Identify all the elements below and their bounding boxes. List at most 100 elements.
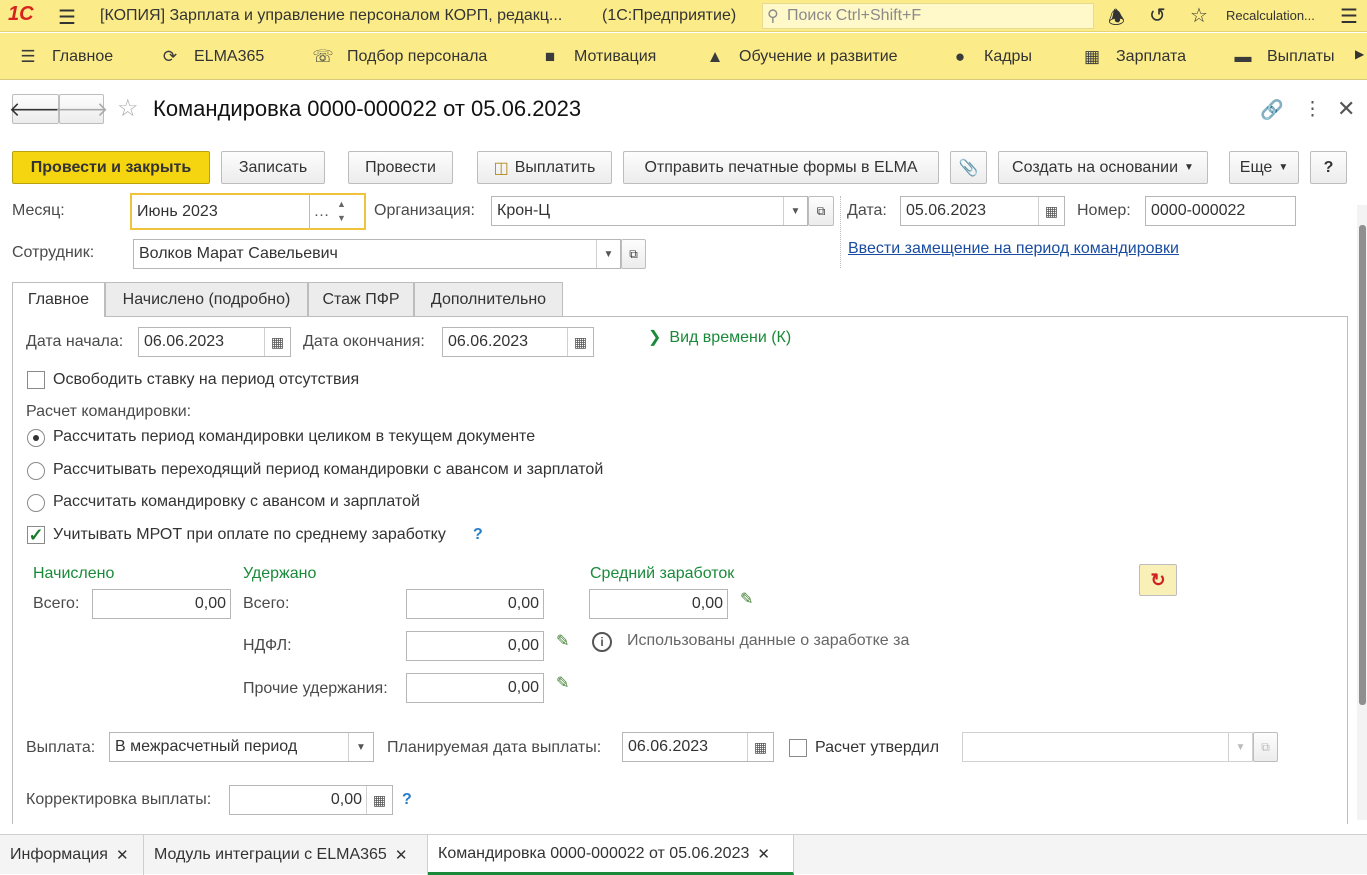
number-field[interactable]: 0000-000022 xyxy=(1145,196,1296,226)
employee-field[interactable]: Волков Марат Савельевич ▼ xyxy=(133,239,621,269)
correction-field[interactable]: 0,00 ▦ xyxy=(229,785,393,815)
window-tab-elma-module[interactable]: Модуль интеграции с ELMA365 ✕ xyxy=(144,835,428,875)
average-earnings-field[interactable]: 0,00 xyxy=(589,589,728,619)
tab-main[interactable]: Главное xyxy=(12,282,105,317)
save-button[interactable]: Записать xyxy=(221,151,325,184)
section-recruiting[interactable]: ☏ Подбор персонала xyxy=(312,33,487,80)
create-based-on-button[interactable]: Создать на основании ▼ xyxy=(998,151,1208,184)
section-label: Мотивация xyxy=(574,47,657,65)
organization-field[interactable]: Крон-Ц ▼ xyxy=(491,196,808,226)
menu-icon[interactable]: ☰ xyxy=(1340,4,1358,29)
chevron-right-icon[interactable]: ▶ xyxy=(1355,47,1364,61)
more-vert-icon[interactable]: ⋮ xyxy=(1303,98,1322,121)
dropdown-arrow-icon[interactable]: ▼ xyxy=(596,240,620,268)
back-button[interactable]: 🡐 xyxy=(9,94,62,124)
window-tab-business-trip[interactable]: Командировка 0000-000022 от 05.06.2023 ✕ xyxy=(428,835,794,875)
search-input[interactable]: ⚲ Поиск Ctrl+Shift+F xyxy=(762,3,1094,29)
favorite-star-icon[interactable]: ☆ xyxy=(117,94,139,123)
other-withholdings-field[interactable]: 0,00 xyxy=(406,673,544,703)
accrued-total-field[interactable]: 0,00 xyxy=(92,589,231,619)
accrued-heading: Начислено xyxy=(33,565,115,582)
section-main[interactable]: ☰ Главное xyxy=(18,33,113,80)
tab-additional[interactable]: Дополнительно xyxy=(414,282,563,316)
post-button[interactable]: Провести xyxy=(348,151,453,184)
star-icon[interactable]: ☆ xyxy=(1190,3,1208,28)
approved-label: Расчет утвердил xyxy=(815,739,940,756)
free-rate-checkbox[interactable] xyxy=(27,371,45,389)
start-date-field[interactable]: 06.06.2023 ▦ xyxy=(138,327,291,357)
close-icon[interactable]: ✕ xyxy=(757,845,770,863)
close-icon[interactable]: ✕ xyxy=(1337,96,1355,122)
section-motivation[interactable]: ■ Мотивация xyxy=(540,33,656,80)
bell-icon[interactable]: 🕭 xyxy=(1108,4,1125,36)
calendar-icon[interactable]: ▦ xyxy=(264,328,290,356)
scrollbar-thumb[interactable] xyxy=(1359,225,1366,705)
dropdown-arrow-icon[interactable]: ▼ xyxy=(348,733,373,761)
month-value: Июнь 2023 xyxy=(137,202,218,220)
employee-label: Сотрудник: xyxy=(12,244,95,261)
history-icon[interactable]: ↺ xyxy=(1149,3,1166,28)
calculator-icon[interactable]: ▦ xyxy=(366,786,392,814)
section-salary[interactable]: ▦ Зарплата xyxy=(1082,33,1186,80)
dropdown-arrow-icon[interactable]: ▼ xyxy=(1228,733,1252,761)
send-print-forms-button[interactable]: Отправить печатные формы в ELMA xyxy=(623,151,939,184)
payout-select[interactable]: В межрасчетный период ▼ xyxy=(109,732,374,762)
user-name[interactable]: Recalculation... xyxy=(1226,8,1315,23)
ellipsis-icon[interactable]: … xyxy=(309,195,333,228)
arrow-right-icon: 🡒 xyxy=(54,98,109,121)
close-icon[interactable]: ✕ xyxy=(395,846,408,864)
approved-by-field[interactable]: ▼ xyxy=(962,732,1253,762)
dropdown-arrow-icon[interactable]: ▼ xyxy=(783,197,807,225)
tab-accrued-detail[interactable]: Начислено (подробно) xyxy=(105,282,308,316)
replacement-link[interactable]: Ввести замещение на период командировки xyxy=(848,240,1179,258)
open-employee-button[interactable]: ⧉ xyxy=(621,239,646,269)
post-and-close-button[interactable]: Провести и закрыть xyxy=(12,151,210,184)
section-hr[interactable]: ● Кадры xyxy=(950,33,1032,80)
gift-icon: ■ xyxy=(544,46,556,66)
hamburger-icon[interactable]: ☰ xyxy=(58,5,76,30)
end-date-field[interactable]: 06.06.2023 ▦ xyxy=(442,327,594,357)
open-organization-button[interactable]: ⧉ xyxy=(808,196,834,226)
radio-option-2[interactable] xyxy=(27,462,45,480)
more-label: Еще xyxy=(1239,158,1273,176)
ndfl-field[interactable]: 0,00 xyxy=(406,631,544,661)
help-button[interactable]: ? xyxy=(1310,151,1347,184)
mrot-checkbox[interactable]: ✓ xyxy=(27,526,45,544)
start-date-label: Дата начала: xyxy=(26,333,124,350)
search-icon: ⚲ xyxy=(767,8,779,25)
more-button[interactable]: Еще ▼ xyxy=(1229,151,1299,184)
approved-checkbox[interactable] xyxy=(789,739,807,757)
month-field[interactable]: Июнь 2023 … ▲ ▼ xyxy=(130,193,366,230)
radio-option-1[interactable] xyxy=(27,429,45,447)
pencil-icon[interactable]: ✎ xyxy=(740,589,753,609)
section-payments[interactable]: ▬ Выплаты xyxy=(1233,33,1335,80)
pay-button[interactable]: ◫ Выплатить xyxy=(477,151,612,184)
tab-pfr-experience[interactable]: Стаж ПФР xyxy=(308,282,414,316)
calendar-icon[interactable]: ▦ xyxy=(567,328,593,356)
section-training[interactable]: ▲ Обучение и развитие xyxy=(705,33,898,80)
forward-button[interactable]: 🡒 xyxy=(55,94,108,124)
employee-value: Волков Марат Савельевич xyxy=(139,245,338,262)
pencil-icon[interactable]: ✎ xyxy=(556,673,569,693)
date-field[interactable]: 05.06.2023 ▦ xyxy=(900,196,1065,226)
section-elma365[interactable]: ⟳ ELMA365 xyxy=(160,33,264,80)
radio-option-3[interactable] xyxy=(27,494,45,512)
people-icon: ● xyxy=(954,46,966,66)
spinner-icon[interactable]: ▲ ▼ xyxy=(337,197,346,225)
window-tab-info[interactable]: Информация ✕ xyxy=(0,835,144,875)
refresh-button[interactable]: ↻ xyxy=(1139,564,1177,596)
close-icon[interactable]: ✕ xyxy=(116,846,129,864)
scrollbar[interactable] xyxy=(1357,205,1367,820)
planned-date-field[interactable]: 06.06.2023 ▦ xyxy=(622,732,774,762)
open-approved-button[interactable]: ⧉ xyxy=(1253,732,1278,762)
attach-button[interactable]: 📎 xyxy=(950,151,987,184)
withheld-total-field[interactable]: 0,00 xyxy=(406,589,544,619)
link-icon[interactable]: 🔗 xyxy=(1260,98,1284,122)
average-earnings-heading: Средний заработок xyxy=(590,565,735,582)
help-icon[interactable]: ? xyxy=(473,526,483,544)
calendar-icon[interactable]: ▦ xyxy=(747,733,773,761)
help-icon[interactable]: ? xyxy=(402,791,412,809)
pencil-icon[interactable]: ✎ xyxy=(556,631,569,651)
time-type-link[interactable]: ❯ Вид времени (К) xyxy=(648,327,791,347)
calendar-icon[interactable]: ▦ xyxy=(1038,197,1064,225)
